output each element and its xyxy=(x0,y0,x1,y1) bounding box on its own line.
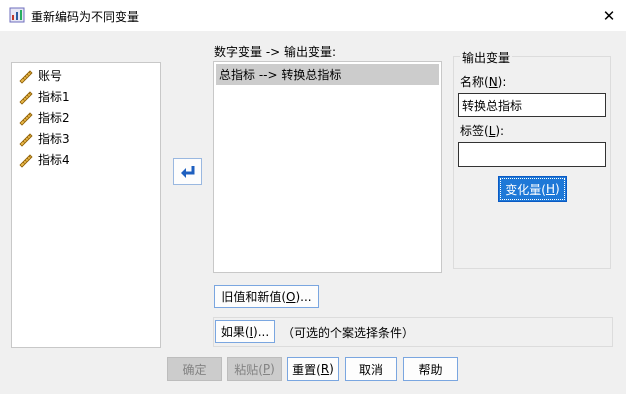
close-button[interactable]: ✕ xyxy=(592,0,626,31)
if-condition-description: （可选的个案选择条件） xyxy=(282,326,415,340)
label-label: 标签(L): xyxy=(460,124,505,138)
variable-item[interactable]: 账号 xyxy=(12,65,160,86)
ruler-scale-icon xyxy=(19,132,33,147)
close-icon: ✕ xyxy=(602,6,616,25)
mapping-item[interactable]: 总指标 --> 转换总指标 xyxy=(216,64,439,85)
variable-label: 指标1 xyxy=(38,90,70,104)
spss-app-icon xyxy=(9,7,25,23)
variable-label: 指标2 xyxy=(38,111,70,125)
old-new-values-button[interactable]: 旧值和新值(O)... xyxy=(214,285,319,308)
return-arrow-icon xyxy=(180,165,194,178)
variable-list[interactable]: 账号指标1 指标2 指标3 指标4 xyxy=(11,62,161,348)
variable-item[interactable]: 指标1 xyxy=(12,86,160,107)
ruler-scale-icon xyxy=(19,111,33,126)
name-input[interactable]: 转换总指标 xyxy=(458,93,606,117)
ruler-scale-icon xyxy=(19,69,33,84)
ruler-scale-icon xyxy=(19,90,33,105)
name-label: 名称(N): xyxy=(460,75,507,89)
variable-label: 指标3 xyxy=(38,132,70,146)
variable-label: 指标4 xyxy=(38,153,70,167)
reset-button[interactable]: 重置(R) xyxy=(287,357,339,381)
paste-button[interactable]: 粘贴(P) xyxy=(227,357,282,381)
ruler-scale-icon xyxy=(19,153,33,168)
variable-label: 账号 xyxy=(38,69,63,83)
variable-item[interactable]: 指标4 xyxy=(12,149,160,170)
help-button[interactable]: 帮助 xyxy=(403,357,458,381)
ok-button[interactable]: 确定 xyxy=(167,357,222,381)
variable-item[interactable]: 指标2 xyxy=(12,107,160,128)
change-button[interactable]: 变化量(H) xyxy=(498,176,567,202)
move-variable-button[interactable] xyxy=(173,158,202,185)
window-title: 重新编码为不同变量 xyxy=(31,10,140,24)
mapping-list-label: 数字变量 -> 输出变量: xyxy=(214,45,337,59)
label-input[interactable] xyxy=(458,142,606,167)
mapping-list[interactable]: 总指标 --> 转换总指标 xyxy=(213,61,442,273)
cancel-button[interactable]: 取消 xyxy=(345,357,397,381)
output-variable-legend: 输出变量 xyxy=(460,49,513,66)
variable-item[interactable]: 指标3 xyxy=(12,128,160,149)
if-button[interactable]: 如果(I)... xyxy=(215,320,275,343)
